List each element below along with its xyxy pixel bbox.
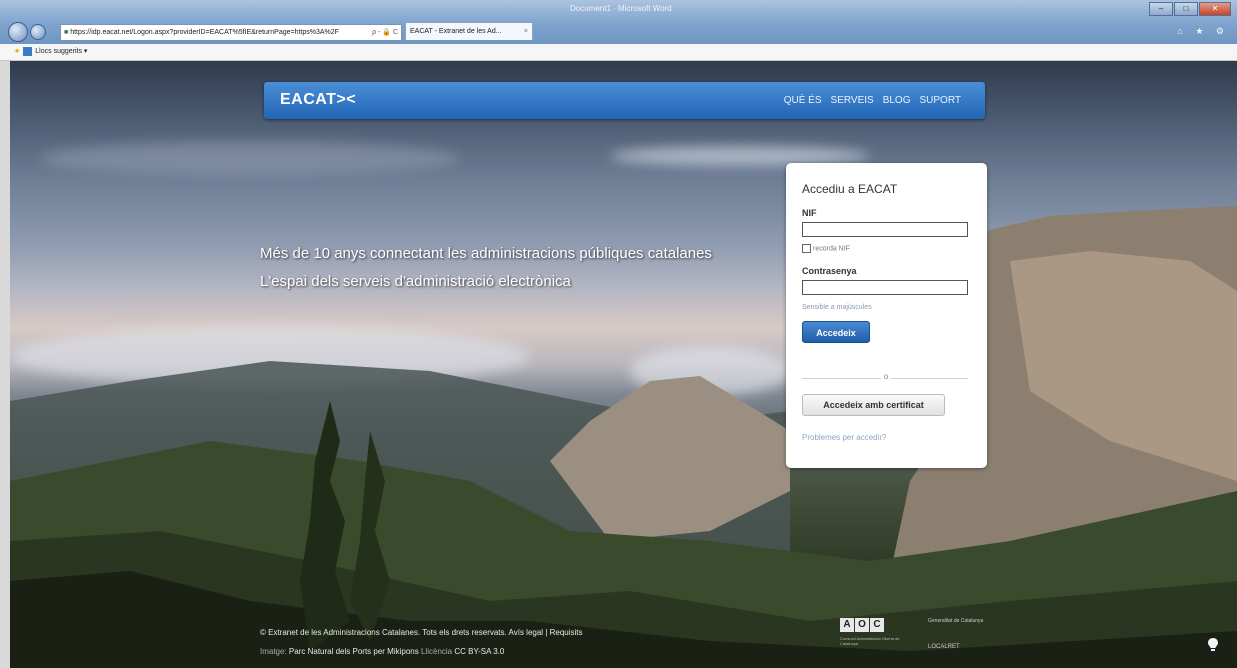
aoc-letter: A — [840, 618, 854, 632]
menu-item-que-es[interactable]: QUÈ ÉS — [784, 95, 822, 106]
password-label: Contrasenya — [802, 266, 857, 276]
login-submit-button[interactable]: Accedeix — [802, 321, 870, 343]
favorites-bar: ★ Llocs suggerits ▾ — [0, 44, 1237, 61]
address-tools-icons[interactable]: ρ - 🔒 C — [372, 25, 398, 40]
tab-close-icon[interactable]: × — [524, 23, 528, 41]
or-divider: o — [802, 372, 968, 381]
page-favicon-icon: ■ — [64, 29, 69, 36]
footer-line-2: Imatge: Parc Natural dels Ports per Miki… — [260, 647, 504, 656]
browser-titlebar: ■ https://idp.eacat.net/Logon.aspx?provi… — [0, 0, 1237, 44]
menu-item-blog[interactable]: BLOG — [883, 95, 911, 106]
image-label: Imatge: — [260, 647, 287, 656]
suggested-sites-icon — [23, 46, 33, 56]
browser-tab[interactable]: EACAT - Extranet de les Ad... × — [405, 22, 533, 40]
footer-line-1: © Extranet de les Administracions Catala… — [260, 628, 583, 637]
aoc-letter: O — [855, 618, 869, 632]
login-title: Accediu a EACAT — [802, 182, 898, 196]
nif-label: NIF — [802, 208, 817, 218]
close-window-button[interactable]: ✕ — [1199, 2, 1231, 16]
password-input[interactable] — [802, 280, 968, 295]
tab-title: EACAT - Extranet de les Ad... — [410, 28, 502, 35]
landscape-illustration — [10, 206, 1237, 668]
requirements-link[interactable]: Requisits — [550, 628, 583, 637]
nif-input[interactable] — [802, 222, 968, 237]
site-navbar: EACAT>< QUÈ ÉS SERVEIS BLOG SUPORT — [264, 82, 985, 119]
main-menu: QUÈ ÉS SERVEIS BLOG SUPORT — [775, 95, 961, 106]
aoc-logo[interactable]: A O C — [840, 618, 885, 632]
localret-logo[interactable]: LOCALRET — [928, 644, 960, 650]
suggested-sites-link[interactable]: Llocs suggerits ▾ — [35, 48, 87, 55]
license-link[interactable]: CC BY-SA 3.0 — [454, 647, 504, 656]
footer-separator: | — [545, 628, 548, 637]
eacat-logo[interactable]: EACAT>< — [280, 91, 356, 109]
aoc-subtitle: Consorci Administració Oberta de Catalun… — [840, 636, 900, 646]
remember-nif-label: recorda NIF — [813, 245, 850, 253]
menu-item-serveis[interactable]: SERVEIS — [831, 95, 874, 106]
generalitat-logo[interactable]: Generalitat de Catalunya — [928, 618, 988, 624]
menu-item-suport[interactable]: SUPORT — [920, 95, 962, 106]
browser-window: ■ https://idp.eacat.net/Logon.aspx?provi… — [0, 0, 1237, 668]
remember-nif[interactable]: recorda NIF — [802, 244, 850, 253]
aoc-letter: C — [870, 618, 884, 632]
browser-toolbar-icons[interactable]: ⌂ ★ ⚙ — [1177, 26, 1229, 37]
page-viewport: EACAT>< QUÈ ÉS SERVEIS BLOG SUPORT Més d… — [10, 61, 1237, 668]
favorites-star-icon[interactable]: ★ — [14, 48, 20, 55]
case-sensitive-hint: Sensible a majúscules — [802, 304, 872, 311]
image-credit-link[interactable]: Parc Natural dels Ports per Mikipons — [289, 647, 419, 656]
certificate-login-button[interactable]: Accedeix amb certificat — [802, 394, 945, 416]
copyright-text: © Extranet de les Administracions Catala… — [260, 628, 507, 637]
or-separator: o — [881, 372, 891, 381]
hero-line-1: Més de 10 anys connectant les administra… — [260, 245, 712, 262]
window-controls: – □ ✕ — [1148, 2, 1231, 16]
license-label: Llicència — [420, 647, 453, 656]
hero-line-2: L'espai dels serveis d'administració ele… — [260, 273, 571, 290]
minimize-button[interactable]: – — [1149, 2, 1173, 16]
lightbulb-icon[interactable] — [1204, 636, 1222, 654]
forward-button-icon[interactable] — [30, 24, 46, 40]
login-panel: Accediu a EACAT NIF recorda NIF Contrase… — [786, 163, 987, 468]
address-url: https://idp.eacat.net/Logon.aspx?provide… — [70, 29, 339, 36]
window-title: Document1 · Microsoft Word — [570, 4, 672, 13]
back-button-icon[interactable] — [8, 22, 28, 42]
address-bar[interactable]: ■ https://idp.eacat.net/Logon.aspx?provi… — [60, 24, 402, 41]
legal-link[interactable]: Avís legal — [509, 628, 544, 637]
remember-nif-checkbox[interactable] — [802, 244, 811, 253]
access-problems-link[interactable]: Problemes per accedir? — [802, 433, 886, 442]
maximize-button[interactable]: □ — [1174, 2, 1198, 16]
